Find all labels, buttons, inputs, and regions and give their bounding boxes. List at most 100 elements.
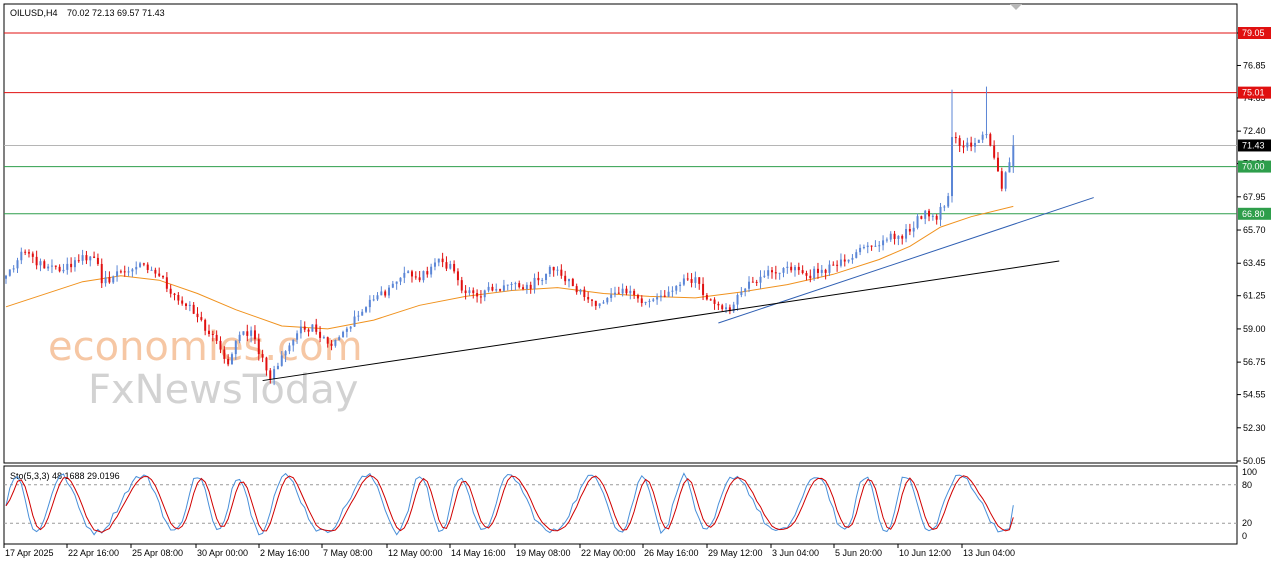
candle-body — [472, 290, 475, 294]
candle-body — [690, 279, 693, 283]
candle-body — [763, 275, 766, 277]
candle-body — [786, 266, 789, 268]
candle-body — [916, 216, 919, 228]
candle-body — [740, 291, 743, 295]
price-tick-label: 59.00 — [1243, 324, 1266, 334]
candle-body — [357, 315, 360, 317]
candle-body — [755, 281, 758, 283]
candle-body — [410, 271, 413, 277]
candle-body — [207, 330, 210, 334]
candle-body — [636, 294, 639, 299]
candle-body — [238, 334, 241, 342]
candle-body — [284, 351, 287, 356]
time-tick-label: 26 May 16:00 — [644, 548, 699, 558]
candle-body — [495, 289, 498, 291]
candle-body — [437, 258, 440, 263]
candle-body — [58, 266, 61, 272]
candle-body — [656, 297, 659, 300]
candle — [571, 277, 574, 287]
price-tick-label: 56.75 — [1243, 357, 1266, 367]
candle-body — [663, 295, 666, 297]
candle-body — [139, 263, 142, 267]
candle-body — [96, 257, 99, 264]
candle-body — [288, 345, 291, 352]
candle-body — [962, 145, 965, 148]
candle-body — [977, 139, 980, 143]
candle-body — [713, 299, 716, 304]
candle-body — [93, 256, 96, 258]
candle-body — [801, 270, 804, 274]
candle-body — [349, 326, 352, 329]
candle-body — [709, 299, 712, 301]
candle-body — [70, 263, 73, 268]
time-tick-label: 30 Apr 00:00 — [197, 548, 248, 558]
level-tag-label: 71.43 — [1242, 140, 1265, 150]
candle-body — [430, 266, 433, 275]
candle-body — [12, 268, 15, 270]
candle-body — [476, 293, 479, 297]
candle-body — [560, 269, 563, 276]
candle-body — [625, 288, 628, 294]
price-tick-label: 54.55 — [1243, 390, 1266, 400]
candle-body — [862, 247, 865, 249]
candle-body — [882, 240, 885, 246]
candle-body — [698, 277, 701, 284]
candle-body — [1004, 172, 1007, 189]
price-tick-label: 67.95 — [1243, 192, 1266, 202]
candle-body — [426, 271, 429, 275]
candle-body — [889, 233, 892, 240]
level-tag-label: 79.05 — [1242, 28, 1265, 38]
candle-body — [1008, 162, 1011, 173]
candle-body — [751, 281, 754, 283]
candle-body — [510, 283, 513, 285]
price-chart[interactable]: economies.com FxNewsToday OILUSD,H4 70.0… — [0, 0, 1280, 567]
time-tick-label: 14 May 16:00 — [451, 548, 506, 558]
candle-body — [391, 283, 394, 288]
candle-body — [5, 275, 7, 279]
candle-body — [119, 271, 122, 273]
candle-body — [682, 278, 685, 285]
candle-body — [839, 259, 842, 266]
time-axis: 17 Apr 2025 22 Apr 16:00 25 Apr 08:00 30 Ap… — [3, 544, 1015, 558]
candle-body — [445, 262, 448, 269]
candle-body — [602, 302, 605, 304]
price-tick-label: 76.85 — [1243, 60, 1266, 70]
time-tick-label: 22 May 00:00 — [581, 548, 636, 558]
candle-body — [748, 281, 751, 289]
candle-body — [981, 134, 984, 140]
candle-body — [905, 228, 908, 239]
level-tag-label: 66.80 — [1242, 209, 1265, 219]
candle-body — [407, 271, 410, 273]
candle-body — [376, 295, 379, 300]
candle-body — [384, 291, 387, 296]
candle-body — [1000, 171, 1003, 189]
time-tick-label: 29 May 12:00 — [708, 548, 763, 558]
candle-body — [146, 264, 149, 270]
candle-body — [564, 275, 567, 282]
candle — [977, 139, 980, 143]
candle-body — [50, 265, 53, 267]
candle-body — [816, 268, 819, 273]
candle-body — [365, 307, 368, 312]
candle-body — [479, 296, 482, 298]
candle-body — [319, 331, 322, 338]
candle-body — [464, 290, 467, 294]
candle-body — [89, 256, 92, 261]
time-tick-label: 3 Jun 04:00 — [772, 548, 819, 558]
candle-body — [35, 256, 38, 266]
candle-body — [767, 270, 770, 276]
candle-body — [571, 278, 574, 287]
candle-body — [954, 137, 957, 139]
candle-body — [334, 339, 337, 346]
candle-body — [16, 260, 19, 269]
candle-body — [705, 294, 708, 300]
candle-body — [395, 281, 398, 284]
candle-body — [629, 290, 632, 294]
candle-body — [361, 311, 364, 316]
candle-body — [81, 255, 84, 261]
candle-body — [885, 239, 888, 241]
candle-body — [778, 272, 781, 274]
candle-body — [150, 269, 153, 271]
candle-body — [529, 284, 532, 289]
candle-body — [832, 264, 835, 266]
